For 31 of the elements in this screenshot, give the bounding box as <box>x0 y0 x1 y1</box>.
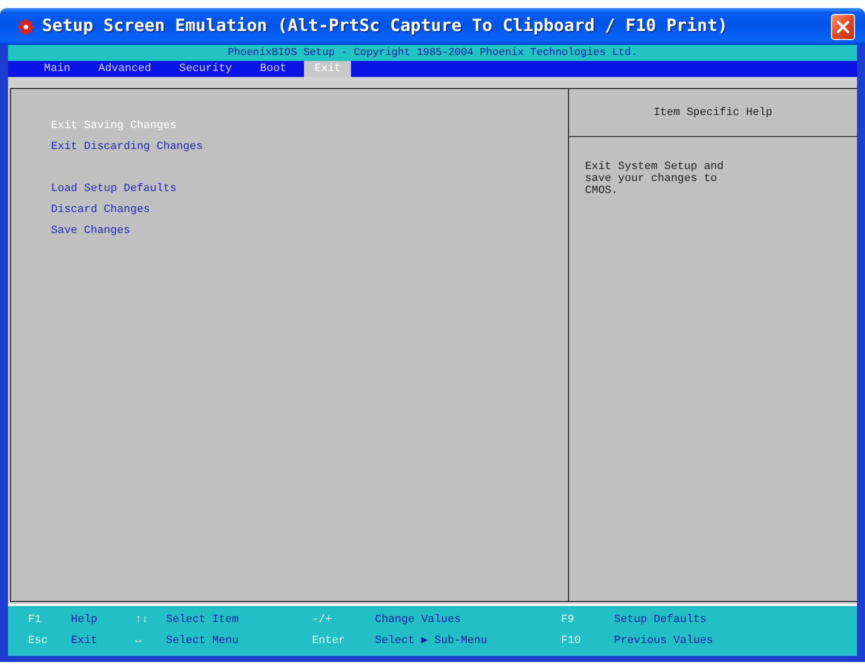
help-text: Exit System Setup and save your changes to CMOS. <box>585 161 725 197</box>
key-label: Enter <box>312 634 346 649</box>
menu-tab[interactable]: Security <box>169 61 242 77</box>
key-label: -/+ <box>312 613 333 628</box>
key-action: Exit <box>71 634 98 649</box>
key-action: Help <box>71 613 98 628</box>
key-label: ↔ <box>135 634 143 649</box>
key-label: F1 <box>28 613 42 628</box>
menu-item[interactable]: Exit Discarding Changes <box>51 137 203 158</box>
menu-item[interactable]: Discard Changes <box>51 200 150 221</box>
window-title: Setup Screen Emulation (Alt-PrtSc Capture To Clipboard / F10 Print) <box>42 14 728 38</box>
gear-icon <box>18 18 34 34</box>
key-label: ↑↓ <box>135 613 150 628</box>
key-action: Select Menu <box>166 634 240 649</box>
close-icon <box>836 20 850 34</box>
key-action: Setup Defaults <box>614 613 708 628</box>
menu-tab[interactable]: Main <box>34 61 80 77</box>
key-action: Change Values <box>375 613 462 628</box>
key-action: Select Item <box>166 613 240 628</box>
key-action: Select ▶ Sub-Menu <box>375 634 488 649</box>
menu-tab[interactable]: Boot <box>250 61 296 77</box>
key-action: Previous Values <box>614 634 714 649</box>
copyright-banner: PhoenixBIOS Setup - Copyright 1985-2004 Phoenix Technologies Ltd. <box>8 45 857 61</box>
close-button[interactable] <box>831 14 855 40</box>
menu-item[interactable]: Load Setup Defaults <box>51 179 176 200</box>
key-label: F10 <box>561 634 582 649</box>
menu-tab[interactable]: Advanced <box>88 61 162 77</box>
menu-item[interactable]: Save Changes <box>51 221 130 242</box>
key-label: F9 <box>561 613 576 628</box>
help-title: Item Specific Help <box>569 89 857 137</box>
key-label: Esc <box>28 634 49 649</box>
